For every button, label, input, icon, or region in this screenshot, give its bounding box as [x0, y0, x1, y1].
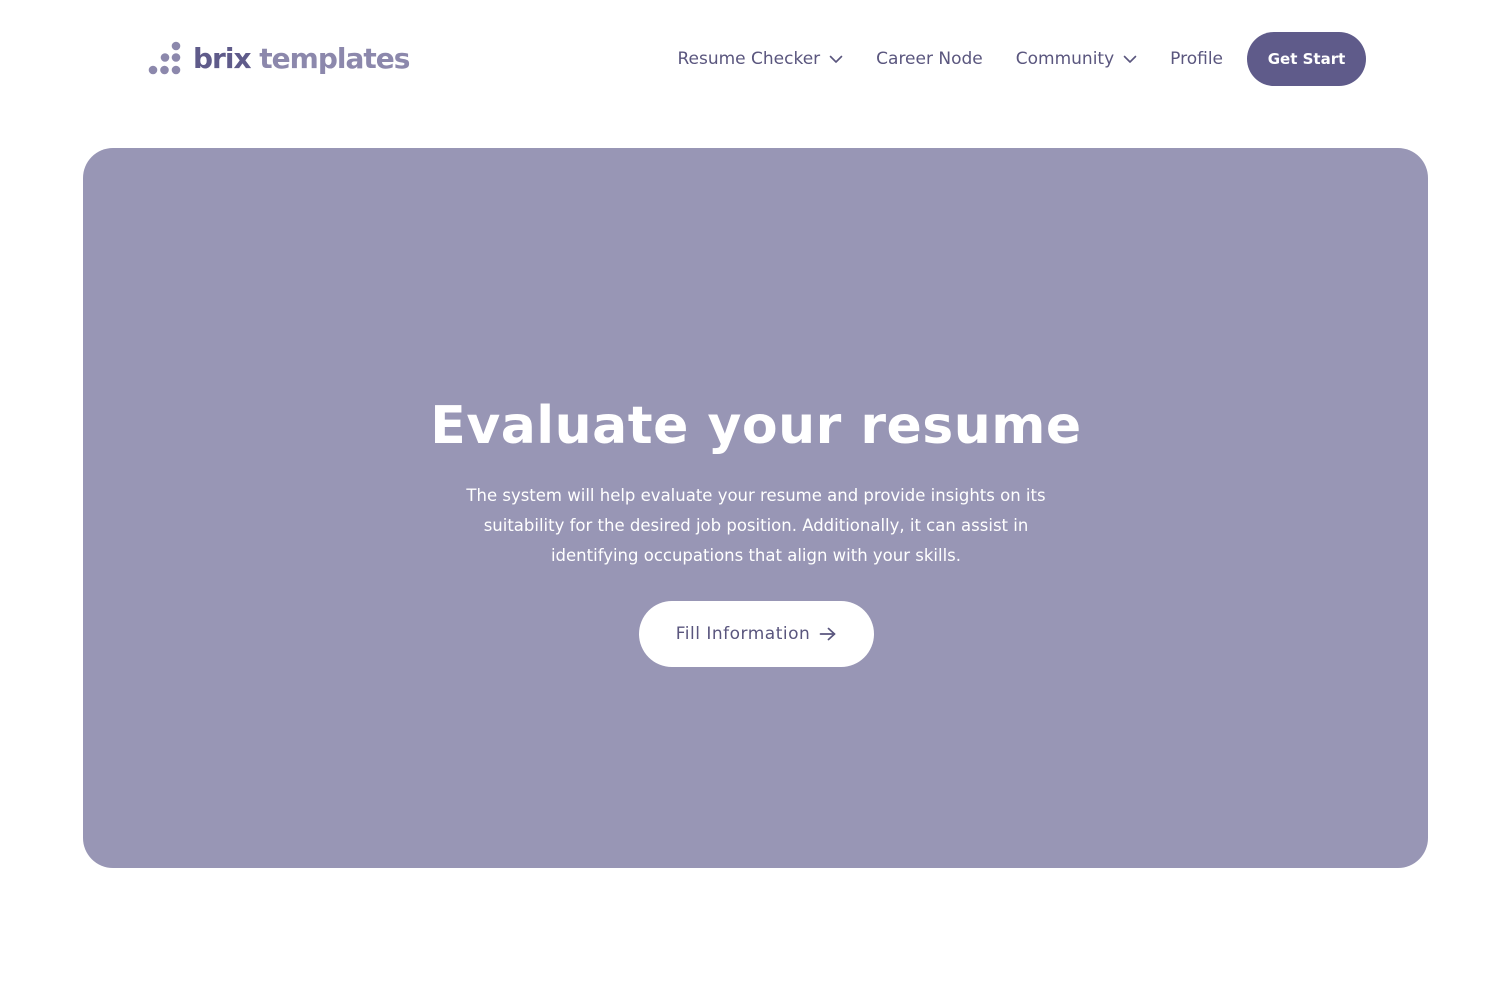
- dots-triangle-logo-icon: [148, 41, 181, 75]
- nav-item-career-node[interactable]: Career Node: [876, 49, 983, 69]
- brand-wordmark: brix templates: [193, 42, 410, 75]
- chevron-down-icon: [829, 55, 843, 63]
- nav-item-resume-checker[interactable]: Resume Checker: [677, 49, 843, 69]
- hero-title: Evaluate your resume: [430, 396, 1082, 456]
- nav-item-label: Resume Checker: [677, 49, 821, 69]
- nav-item-profile[interactable]: Profile: [1170, 49, 1223, 69]
- hero-description: The system will help evaluate your resum…: [466, 486, 1046, 565]
- brand-name-part2: templates: [259, 42, 410, 75]
- nav-item-community[interactable]: Community: [1016, 49, 1137, 69]
- nav-item-label: Profile: [1170, 49, 1223, 69]
- site-header: brix templates Resume Checker Career Nod…: [0, 0, 1512, 118]
- nav-item-label: Career Node: [876, 49, 983, 69]
- fill-information-label: Fill Information: [675, 624, 811, 644]
- chevron-down-icon: [1123, 55, 1137, 63]
- fill-information-button[interactable]: Fill Information: [639, 601, 874, 667]
- nav-item-label: Community: [1015, 49, 1115, 69]
- brand-logo[interactable]: brix templates: [146, 40, 410, 78]
- get-start-button[interactable]: Get Start: [1247, 32, 1366, 86]
- main-nav: Resume Checker Career Node Community Pro…: [677, 32, 1366, 86]
- brand-name-part1: brix: [193, 42, 252, 75]
- arrow-right-icon: [819, 627, 836, 641]
- page: brix templates Resume Checker Career Nod…: [0, 0, 1512, 982]
